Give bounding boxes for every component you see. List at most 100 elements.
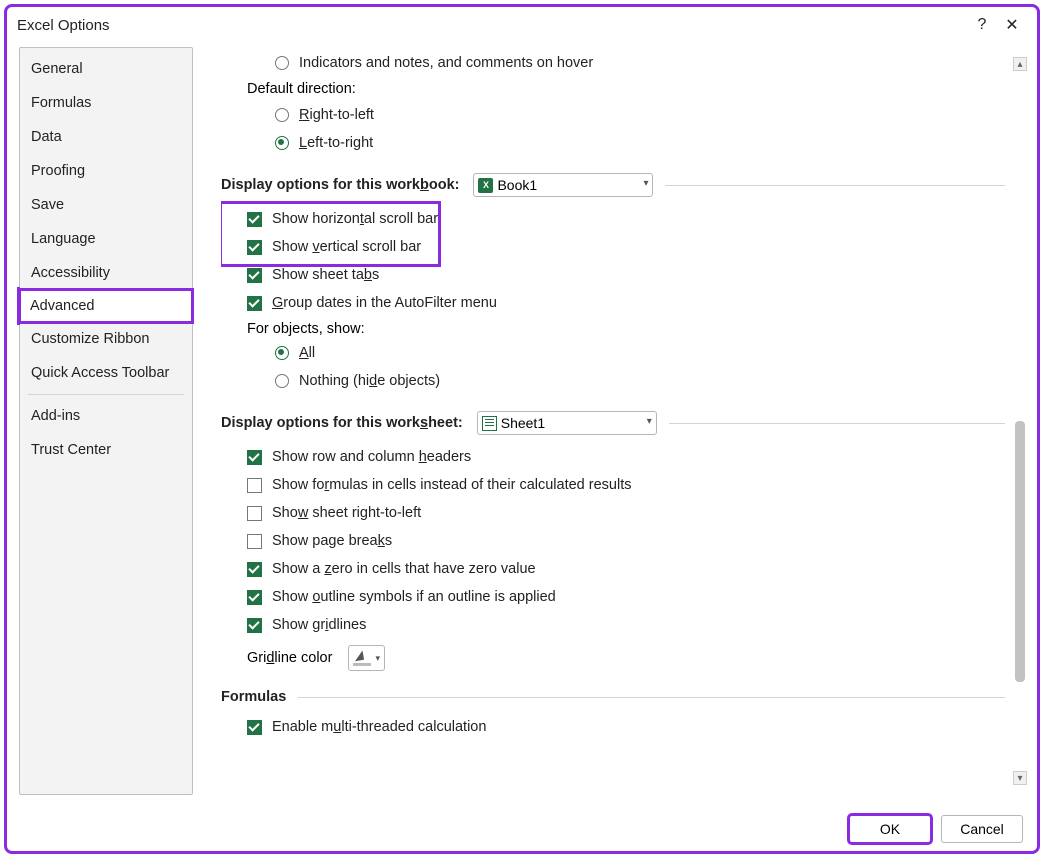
radio-icon[interactable]: [275, 108, 289, 122]
radio-icon[interactable]: [275, 346, 289, 360]
option-label: Left-to-right: [299, 135, 373, 151]
option-left-to-right[interactable]: Left-to-right: [275, 131, 1005, 155]
checkbox-icon[interactable]: [247, 506, 262, 521]
sidebar-item-trust-center[interactable]: Trust Center: [20, 433, 192, 467]
scrollbar-thumb[interactable]: [1015, 421, 1025, 682]
checkbox-icon[interactable]: [247, 720, 262, 735]
option-row-column-headers[interactable]: Show row and column headers: [247, 445, 1005, 469]
sidebar-item-proofing[interactable]: Proofing: [20, 154, 192, 188]
option-indicators-on-hover[interactable]: Indicators and notes, and comments on ho…: [275, 51, 1005, 75]
section-title: Formulas: [221, 689, 286, 705]
dialog-window: Excel Options ? ✕ General Formulas Data …: [4, 4, 1040, 854]
checkbox-icon[interactable]: [247, 212, 262, 227]
option-label: Right-to-left: [299, 107, 374, 123]
sidebar: General Formulas Data Proofing Save Lang…: [19, 47, 193, 795]
option-show-sheet-tabs[interactable]: Show sheet tabs: [247, 263, 1005, 287]
checkbox-icon[interactable]: [247, 450, 262, 465]
option-multithread-calculation[interactable]: Enable multi-threaded calculation: [247, 715, 1005, 739]
option-label: Show vertical scroll bar: [272, 239, 421, 255]
close-icon[interactable]: ✕: [997, 15, 1027, 35]
sidebar-item-save[interactable]: Save: [20, 188, 192, 222]
option-sheet-right-to-left[interactable]: Show sheet right-to-left: [247, 501, 1005, 525]
cancel-button[interactable]: Cancel: [941, 815, 1023, 843]
sidebar-item-language[interactable]: Language: [20, 222, 192, 256]
option-show-vertical-scrollbar[interactable]: Show vertical scroll bar: [247, 235, 1005, 259]
option-label: Show outline symbols if an outline is ap…: [272, 589, 556, 605]
fill-color-icon: [353, 650, 371, 666]
chevron-down-icon: ▾: [647, 416, 652, 427]
workbook-name: Book1: [497, 177, 537, 193]
option-label: Show horizontal scroll bar: [272, 211, 438, 227]
worksheet-selector[interactable]: Sheet1 ▾: [477, 411, 657, 435]
worksheet-icon: [482, 416, 497, 431]
checkbox-icon[interactable]: [247, 618, 262, 633]
chevron-down-icon: ▾: [375, 653, 380, 664]
help-icon[interactable]: ?: [967, 16, 997, 34]
scroll-up-icon[interactable]: ▴: [1013, 57, 1027, 71]
worksheet-name: Sheet1: [501, 415, 545, 431]
chevron-down-icon: ▾: [643, 178, 648, 189]
sidebar-item-general[interactable]: General: [20, 52, 192, 86]
section-header-workbook: Display options for this workbook: X Boo…: [221, 173, 1005, 197]
option-label: All: [299, 345, 315, 361]
main-panel: Indicators and notes, and comments on ho…: [193, 47, 1029, 795]
gridline-color-row: Gridline color ▾: [247, 645, 1005, 671]
section-header-worksheet: Display options for this worksheet: Shee…: [221, 411, 1005, 435]
option-show-zero-values[interactable]: Show a zero in cells that have zero valu…: [247, 557, 1005, 581]
option-label: Show a zero in cells that have zero valu…: [272, 561, 536, 577]
section-header-formulas: Formulas: [221, 689, 1005, 705]
sidebar-item-customize-ribbon[interactable]: Customize Ribbon: [20, 322, 192, 356]
gridline-color-label: Gridline color: [247, 650, 332, 666]
option-show-horizontal-scrollbar[interactable]: Show horizontal scroll bar: [247, 207, 1005, 231]
option-label: Show formulas in cells instead of their …: [272, 477, 631, 493]
checkbox-icon[interactable]: [247, 534, 262, 549]
option-show-gridlines[interactable]: Show gridlines: [247, 613, 1005, 637]
ok-button[interactable]: OK: [849, 815, 931, 843]
checkbox-icon[interactable]: [247, 590, 262, 605]
checkbox-icon[interactable]: [247, 296, 262, 311]
radio-icon[interactable]: [275, 56, 289, 70]
option-label: Indicators and notes, and comments on ho…: [299, 55, 593, 71]
titlebar: Excel Options ? ✕: [7, 7, 1037, 41]
sidebar-item-add-ins[interactable]: Add-ins: [20, 399, 192, 433]
option-label: Show sheet tabs: [272, 267, 379, 283]
scrollbar-track[interactable]: [1015, 77, 1025, 765]
section-title: Display options for this workbook:: [221, 177, 459, 193]
option-right-to-left[interactable]: Right-to-left: [275, 103, 1005, 127]
option-label: Enable multi-threaded calculation: [272, 719, 486, 735]
option-label: Show sheet right-to-left: [272, 505, 421, 521]
radio-icon[interactable]: [275, 374, 289, 388]
option-show-page-breaks[interactable]: Show page breaks: [247, 529, 1005, 553]
sidebar-item-advanced[interactable]: Advanced: [20, 290, 192, 322]
option-label: Show page breaks: [272, 533, 392, 549]
vertical-scrollbar[interactable]: ▴ ▾: [1013, 57, 1027, 785]
dialog-footer: OK Cancel: [849, 815, 1023, 843]
sidebar-separator: [28, 394, 184, 395]
checkbox-icon[interactable]: [247, 478, 262, 493]
window-title: Excel Options: [17, 17, 110, 34]
option-label: Nothing (hide objects): [299, 373, 440, 389]
scroll-down-icon[interactable]: ▾: [1013, 771, 1027, 785]
excel-icon: X: [478, 178, 493, 193]
radio-icon[interactable]: [275, 136, 289, 150]
sidebar-item-formulas[interactable]: Formulas: [20, 86, 192, 120]
section-title: Display options for this worksheet:: [221, 415, 463, 431]
sidebar-item-accessibility[interactable]: Accessibility: [20, 256, 192, 290]
sidebar-item-quick-access-toolbar[interactable]: Quick Access Toolbar: [20, 356, 192, 390]
sidebar-item-data[interactable]: Data: [20, 120, 192, 154]
option-show-outline-symbols[interactable]: Show outline symbols if an outline is ap…: [247, 585, 1005, 609]
workbook-selector[interactable]: X Book1 ▾: [473, 173, 653, 197]
option-label: Show gridlines: [272, 617, 366, 633]
option-label: Group dates in the AutoFilter menu: [272, 295, 497, 311]
checkbox-icon[interactable]: [247, 240, 262, 255]
option-objects-all[interactable]: All: [275, 341, 1005, 365]
option-show-formulas-in-cells[interactable]: Show formulas in cells instead of their …: [247, 473, 1005, 497]
checkbox-icon[interactable]: [247, 562, 262, 577]
checkbox-icon[interactable]: [247, 268, 262, 283]
gridline-color-picker[interactable]: ▾: [348, 645, 385, 671]
option-objects-nothing[interactable]: Nothing (hide objects): [275, 369, 1005, 393]
option-label: Show row and column headers: [272, 449, 471, 465]
option-group-dates-autofilter[interactable]: Group dates in the AutoFilter menu: [247, 291, 1005, 315]
for-objects-label: For objects, show:: [247, 321, 1005, 337]
default-direction-label: Default direction:: [247, 81, 1005, 97]
